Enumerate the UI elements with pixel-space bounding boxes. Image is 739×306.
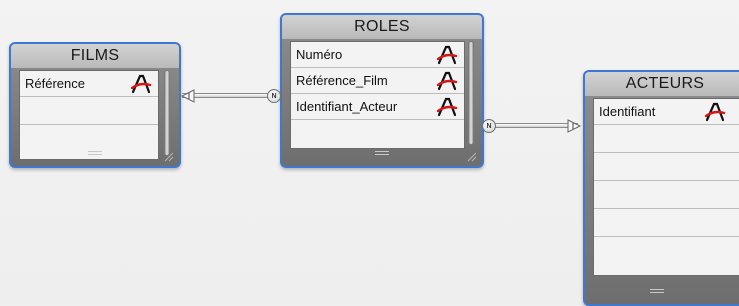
empty-field-row [594, 209, 739, 237]
field-row[interactable]: Numéro [291, 42, 464, 68]
resize-handle-icon[interactable] [467, 152, 477, 162]
scrollbar[interactable] [164, 70, 170, 156]
field-name: Numéro [296, 47, 343, 62]
field-row[interactable]: Référence_Film [291, 68, 464, 94]
table-footer [282, 146, 482, 166]
field-list: Identifiant [593, 98, 739, 276]
empty-field-row [594, 125, 739, 153]
grip-icon[interactable] [375, 150, 389, 156]
many-end-badge: N [267, 89, 281, 103]
field-name: Référence_Film [296, 73, 388, 88]
table-title[interactable]: ACTEURS [585, 72, 739, 96]
relation-line [486, 123, 578, 128]
table-title[interactable]: ROLES [282, 15, 482, 39]
grip-icon[interactable] [650, 288, 664, 294]
scrollbar[interactable] [468, 41, 474, 145]
table-roles[interactable]: ROLES Numéro Référence_Film Identifiant_… [280, 13, 484, 168]
diagram-canvas[interactable]: FILMS Référence ROLES Numéro Référence_F… [0, 0, 739, 306]
empty-field-row [594, 153, 739, 181]
empty-field-row [20, 97, 158, 125]
field-row[interactable]: Référence [20, 71, 158, 97]
field-row[interactable]: Identifiant_Acteur [291, 94, 464, 120]
resize-handle-icon[interactable] [164, 152, 174, 162]
table-films[interactable]: FILMS Référence [9, 42, 181, 168]
table-title[interactable]: FILMS [11, 44, 179, 68]
grip-icon[interactable] [88, 150, 102, 156]
text-type-icon [436, 71, 458, 91]
text-type-icon [436, 97, 458, 117]
field-name: Identifiant_Acteur [296, 99, 398, 114]
text-type-icon [704, 102, 726, 122]
relation-roles-acteurs[interactable] [486, 122, 578, 130]
many-end-badge: N [482, 119, 496, 133]
field-row[interactable]: Identifiant [594, 99, 739, 125]
field-name: Référence [25, 76, 85, 91]
empty-field-row [594, 237, 739, 265]
table-acteurs[interactable]: ACTEURS Identifiant [583, 70, 739, 306]
field-name: Identifiant [599, 104, 656, 119]
one-end-icon [180, 89, 195, 103]
text-type-icon [436, 45, 458, 65]
field-list: Numéro Référence_Film Identifiant_Acteur [290, 41, 465, 149]
table-footer [585, 284, 739, 304]
text-type-icon [130, 74, 152, 94]
empty-field-row [594, 181, 739, 209]
table-footer [11, 146, 179, 166]
one-end-icon [567, 119, 582, 133]
